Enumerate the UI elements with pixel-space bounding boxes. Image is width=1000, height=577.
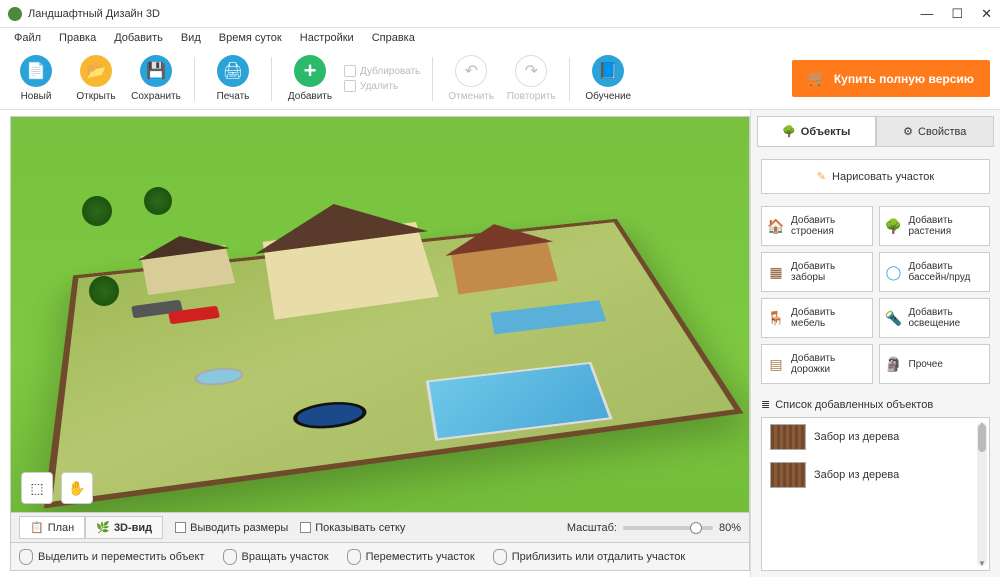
scene bbox=[70, 180, 690, 497]
draw-plot-button[interactable]: ✎Нарисовать участок bbox=[761, 159, 990, 194]
print-button[interactable]: 🖨Печать bbox=[207, 55, 259, 102]
pencil-icon: ✎ bbox=[817, 170, 826, 183]
scale-label: Масштаб: bbox=[567, 522, 617, 534]
add-button[interactable]: +Добавить bbox=[284, 55, 336, 102]
menu-add[interactable]: Добавить bbox=[106, 30, 171, 46]
open-button[interactable]: 📂Открыть bbox=[70, 55, 122, 102]
list-item[interactable]: Забор из дерева bbox=[762, 418, 989, 456]
mouse-icon bbox=[347, 549, 361, 565]
orbit-button[interactable]: ⬚ bbox=[21, 472, 53, 504]
save-button[interactable]: 💾Сохранить bbox=[130, 55, 182, 102]
tab-properties[interactable]: ⚙Свойства bbox=[876, 116, 995, 147]
hint-zoom: Приблизить или отдалить участок bbox=[493, 549, 685, 565]
menu-settings[interactable]: Настройки bbox=[292, 30, 362, 46]
fence-thumb-icon bbox=[770, 462, 806, 488]
objects-icon: 🌳 bbox=[782, 125, 796, 138]
duplicate-icon bbox=[344, 65, 356, 77]
menu-file[interactable]: Файл bbox=[6, 30, 49, 46]
toolbar: 📄Новый 📂Открыть 💾Сохранить 🖨Печать +Доба… bbox=[0, 48, 1000, 110]
object-list-header: ≣Список добавленных объектов bbox=[761, 398, 990, 411]
pan-button[interactable]: ✋ bbox=[61, 472, 93, 504]
redo-button: ↷Повторить bbox=[505, 55, 557, 102]
house-icon: 🏠 bbox=[767, 217, 785, 235]
cart-icon: 🛒 bbox=[808, 70, 825, 87]
3d-view-button[interactable]: 🌿 3D-вид bbox=[85, 516, 163, 539]
maximize-button[interactable]: ☐ bbox=[951, 6, 963, 22]
layers-icon: ≣ bbox=[761, 398, 770, 411]
menubar: Файл Правка Добавить Вид Время суток Нас… bbox=[0, 28, 1000, 48]
duplicate-button: Дублировать bbox=[344, 65, 420, 77]
menu-view[interactable]: Вид bbox=[173, 30, 209, 46]
close-button[interactable]: ✕ bbox=[981, 6, 992, 22]
lamp-icon: 🔦 bbox=[885, 309, 903, 327]
show-dimensions-checkbox[interactable]: Выводить размеры bbox=[175, 522, 288, 534]
misc-icon: 🗿 bbox=[885, 355, 903, 373]
add-furniture-button[interactable]: 🪑Добавить мебель bbox=[761, 298, 873, 338]
titlebar: Ландшафтный Дизайн 3D — ☐ ✕ bbox=[0, 0, 1000, 28]
add-paths-button[interactable]: ▤Добавить дорожки bbox=[761, 344, 873, 384]
gear-icon: ⚙ bbox=[903, 125, 913, 138]
tree-icon: 🌳 bbox=[885, 217, 903, 235]
viewport-3d[interactable]: ⬚ ✋ 📋 План 🌿 3D-вид Выводить размеры Пок… bbox=[10, 116, 750, 571]
object-list: Забор из дерева Забор из дерева ▲▼ bbox=[761, 417, 990, 571]
sidebar: 🌳Объекты ⚙Свойства ✎Нарисовать участок 🏠… bbox=[750, 110, 1000, 577]
learn-button[interactable]: 📘Обучение bbox=[582, 55, 634, 102]
menu-time[interactable]: Время суток bbox=[211, 30, 290, 46]
plan-view-button[interactable]: 📋 План bbox=[19, 516, 85, 539]
add-other-button[interactable]: 🗿Прочее bbox=[879, 344, 991, 384]
add-pool-button[interactable]: ◯Добавить бассейн/пруд bbox=[879, 252, 991, 292]
scale-value: 80% bbox=[719, 522, 741, 534]
path-icon: ▤ bbox=[767, 355, 785, 373]
hint-select: Выделить и переместить объект bbox=[19, 549, 205, 565]
status-bar: Выделить и переместить объект Вращать уч… bbox=[11, 542, 749, 570]
mouse-icon bbox=[223, 549, 237, 565]
add-lighting-button[interactable]: 🔦Добавить освещение bbox=[879, 298, 991, 338]
pool-icon: ◯ bbox=[885, 263, 903, 281]
menu-edit[interactable]: Правка bbox=[51, 30, 104, 46]
tab-objects[interactable]: 🌳Объекты bbox=[757, 116, 876, 147]
buy-button[interactable]: 🛒Купить полную версию bbox=[792, 60, 990, 97]
fence-thumb-icon bbox=[770, 424, 806, 450]
add-fences-button[interactable]: ▦Добавить заборы bbox=[761, 252, 873, 292]
app-logo-icon bbox=[8, 7, 22, 21]
list-item[interactable]: Забор из дерева bbox=[762, 456, 989, 494]
chair-icon: 🪑 bbox=[767, 309, 785, 327]
new-button[interactable]: 📄Новый bbox=[10, 55, 62, 102]
window-title: Ландшафтный Дизайн 3D bbox=[28, 8, 920, 20]
mouse-icon bbox=[19, 549, 33, 565]
menu-help[interactable]: Справка bbox=[364, 30, 423, 46]
hint-move: Переместить участок bbox=[347, 549, 475, 565]
trash-icon bbox=[344, 80, 356, 92]
view-options-bar: 📋 План 🌿 3D-вид Выводить размеры Показыв… bbox=[11, 512, 749, 542]
fence-icon: ▦ bbox=[767, 263, 785, 281]
hint-rotate: Вращать участок bbox=[223, 549, 329, 565]
undo-button: ↶Отменить bbox=[445, 55, 497, 102]
minimize-button[interactable]: — bbox=[920, 6, 933, 22]
add-buildings-button[interactable]: 🏠Добавить строения bbox=[761, 206, 873, 246]
delete-button: Удалить bbox=[344, 80, 420, 92]
scrollbar[interactable]: ▲▼ bbox=[977, 422, 987, 566]
add-plants-button[interactable]: 🌳Добавить растения bbox=[879, 206, 991, 246]
mouse-icon bbox=[493, 549, 507, 565]
scale-slider[interactable] bbox=[623, 526, 713, 530]
show-grid-checkbox[interactable]: Показывать сетку bbox=[300, 522, 405, 534]
